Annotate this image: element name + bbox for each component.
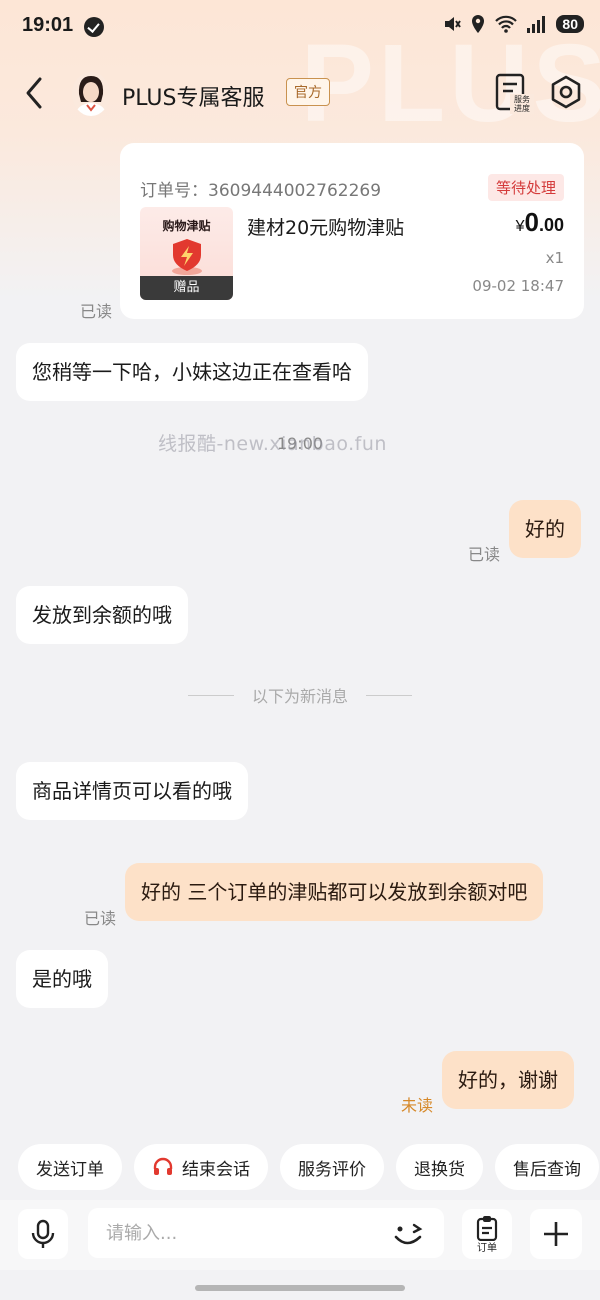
wifi-icon (495, 15, 518, 33)
price-decimal: .00 (538, 215, 564, 235)
order-button-label: 订单 (477, 1242, 497, 1254)
shield-bolt-icon (172, 239, 202, 275)
overlay-watermark-text: 线报酷-new.xianbao.fun (158, 433, 387, 455)
plus-icon (544, 1222, 568, 1246)
order-number: 订单号：3609444002762269 (140, 181, 382, 201)
home-indicator[interactable] (195, 1285, 405, 1291)
new-messages-label: 以下为新消息 (251, 687, 348, 706)
price-symbol: ¥ (515, 218, 525, 235)
product-price: ¥0.00 (516, 207, 564, 238)
chip-label: 服务评价 (298, 1159, 366, 1180)
chip-label: 发送订单 (36, 1159, 104, 1180)
quick-actions-bar: 发送订单 结束会话 服务评价 退换货 售后查询 (18, 1144, 600, 1190)
headset-icon (153, 1157, 173, 1175)
input-bar: 订单 (0, 1200, 600, 1270)
divider-line (366, 694, 412, 696)
message-bubble-user[interactable]: 好的 (509, 500, 581, 558)
message-read-status: 已读 (84, 909, 117, 928)
price-integer: 0 (524, 207, 539, 237)
after-sales-query-chip[interactable]: 售后查询 (495, 1144, 599, 1190)
return-exchange-chip[interactable]: 退换货 (396, 1144, 483, 1190)
status-icons: 80 (442, 14, 584, 34)
official-badge: 官方 (286, 78, 330, 106)
battery-indicator: 80 (556, 15, 584, 33)
emoji-icon[interactable] (390, 1217, 426, 1251)
status-bar: 19:01 80 (0, 0, 600, 56)
product-name: 建材20元购物津贴 (247, 217, 405, 239)
send-order-chip[interactable]: 发送订单 (18, 1144, 122, 1190)
add-button[interactable] (530, 1209, 582, 1259)
product-quantity: x1 (545, 249, 564, 267)
order-status-badge: 等待处理 (487, 174, 564, 201)
signal-icon (527, 16, 546, 33)
settings-hexagon-icon[interactable] (548, 74, 584, 110)
clipboard-icon (476, 1215, 498, 1241)
svg-text:服务: 服务 (514, 94, 530, 104)
thumbnail-title: 购物津贴 (162, 219, 211, 233)
message-bubble-agent[interactable]: 是的哦 (16, 950, 108, 1008)
message-bubble-agent[interactable]: 商品详情页可以看的哦 (16, 762, 248, 820)
service-rating-chip[interactable]: 服务评价 (280, 1144, 384, 1190)
divider-line (187, 694, 234, 696)
message-bubble-agent[interactable]: 发放到余额的哦 (16, 586, 188, 644)
chat-title: PLUS专属客服 (122, 86, 265, 111)
order-read-status: 已读 (80, 302, 113, 321)
service-progress-icon[interactable]: 服务 进度 (492, 72, 534, 114)
new-messages-divider: 以下为新消息 (0, 683, 600, 707)
message-bubble-user[interactable]: 好的，谢谢 (442, 1051, 574, 1109)
order-card[interactable]: 订单号：3609444002762269 等待处理 购物津贴 赠品 建材20元购… (120, 143, 584, 319)
product-thumbnail: 购物津贴 赠品 (140, 207, 233, 300)
voice-button[interactable] (18, 1209, 68, 1259)
gift-tag: 赠品 (140, 276, 233, 300)
chip-label: 结束会话 (182, 1159, 250, 1180)
message-bubble-user[interactable]: 好的 三个订单的津贴都可以发放到余额对吧 (125, 863, 544, 921)
chip-label: 退换货 (414, 1159, 465, 1180)
svg-text:进度: 进度 (514, 103, 530, 113)
end-session-chip[interactable]: 结束会话 (134, 1144, 268, 1190)
message-unread-status: 未读 (401, 1096, 434, 1115)
mute-icon (445, 17, 462, 31)
message-bubble-agent[interactable]: 您稍等一下哈，小妹这边正在查看哈 (16, 343, 368, 401)
order-button[interactable]: 订单 (462, 1209, 512, 1259)
agent-avatar[interactable] (72, 72, 110, 116)
chat-header: PLUS专属客服 官方 服务 进度 (0, 66, 600, 122)
microphone-icon (31, 1219, 55, 1248)
chip-label: 售后查询 (513, 1159, 581, 1180)
order-time: 09-02 18:47 (472, 277, 564, 295)
location-icon (472, 15, 485, 33)
check-status-icon (84, 17, 104, 37)
message-read-status: 已读 (468, 545, 501, 564)
status-time: 19:01 (22, 14, 74, 36)
back-arrow-icon[interactable] (22, 76, 48, 110)
